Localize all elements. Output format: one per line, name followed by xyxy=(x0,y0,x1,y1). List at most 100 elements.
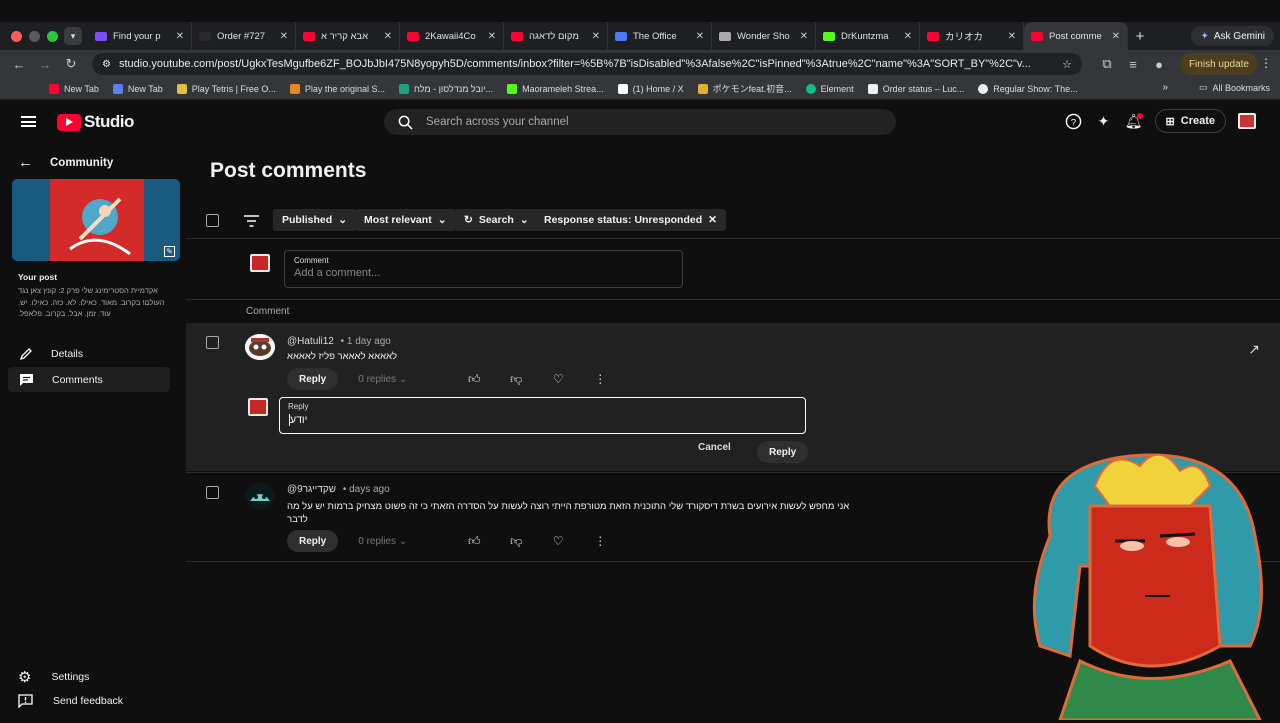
finish-update-button[interactable]: Finish update xyxy=(1179,53,1258,75)
close-tab-icon[interactable]: ✕ xyxy=(592,31,600,42)
sidebar-item-comments[interactable]: Comments xyxy=(8,367,170,392)
account-avatar[interactable] xyxy=(1238,113,1256,129)
bookmark-item[interactable]: יובל מנדלסון - מלח... xyxy=(392,83,500,94)
browser-tab[interactable]: Order #727 ✕ xyxy=(192,22,296,50)
filter-icon[interactable] xyxy=(244,215,259,227)
heart-icon[interactable]: ♡ xyxy=(550,533,566,549)
all-bookmarks-button[interactable]: ▭ All Bookmarks xyxy=(1199,82,1270,93)
maximize-window-button[interactable] xyxy=(47,30,58,42)
browser-tab[interactable]: מקום לדאגה ✕ xyxy=(504,22,608,50)
reply-button[interactable]: Reply xyxy=(287,368,339,390)
heart-icon[interactable]: ♡ xyxy=(550,371,566,387)
like-icon[interactable]: 👍︎ xyxy=(466,371,482,387)
channel-search-input[interactable]: Search across your channel xyxy=(384,109,896,135)
bookmark-item[interactable]: New Tab xyxy=(42,83,106,94)
browser-tab[interactable]: Find your p ✕ xyxy=(88,22,192,50)
sidebar-item-send-feedback[interactable]: Send feedback xyxy=(18,694,123,708)
browser-tab[interactable]: 2Kawaii4Co ✕ xyxy=(400,22,504,50)
hamburger-menu-icon[interactable] xyxy=(21,116,36,127)
ask-gemini-button[interactable]: ✦ Ask Gemini xyxy=(1191,26,1274,46)
close-tab-icon[interactable]: ✕ xyxy=(696,31,704,42)
reply-input-value[interactable]: יודע xyxy=(288,414,797,426)
edit-thumbnail-icon[interactable]: ✎ xyxy=(164,246,175,257)
open-in-new-icon[interactable]: ↗ xyxy=(1248,341,1260,358)
bookmark-item[interactable]: Regular Show: The... xyxy=(971,83,1084,94)
dislike-icon[interactable]: 👎︎ xyxy=(508,533,524,549)
minimize-window-button[interactable] xyxy=(29,30,40,42)
select-all-checkbox[interactable] xyxy=(206,214,219,227)
bookmark-item[interactable]: New Tab xyxy=(106,83,170,94)
close-tab-icon[interactable]: ✕ xyxy=(800,31,808,42)
submit-reply-button[interactable]: Reply xyxy=(757,441,809,463)
more-options-icon[interactable]: ⋮ xyxy=(592,533,608,549)
sparkle-icon[interactable]: ✦ xyxy=(1095,112,1113,130)
extensions-icon[interactable]: ⧉ xyxy=(1096,53,1118,75)
author-handle[interactable]: @Hatuli12 xyxy=(287,336,334,347)
close-tab-icon[interactable]: ✕ xyxy=(488,31,496,42)
bookmarks-overflow-icon[interactable]: » xyxy=(1162,82,1168,93)
media-control-icon[interactable]: ≡ xyxy=(1122,53,1144,75)
commenter-avatar[interactable] xyxy=(245,334,275,360)
response-status-filter-chip[interactable]: Response status: Unresponded ✕ xyxy=(535,209,726,231)
close-tab-icon[interactable]: ✕ xyxy=(1112,31,1120,42)
more-options-icon[interactable]: ⋮ xyxy=(592,371,608,387)
tab-search-dropdown[interactable]: ▾ xyxy=(64,27,82,45)
new-tab-button[interactable]: + xyxy=(1128,28,1152,45)
close-window-button[interactable] xyxy=(11,30,22,42)
bookmark-item[interactable]: Play Tetris | Free O... xyxy=(170,83,283,94)
reload-icon[interactable]: ↻ xyxy=(60,53,82,75)
bookmark-item[interactable]: Play the original S... xyxy=(283,83,392,94)
site-settings-icon[interactable]: ⚙ xyxy=(102,59,111,70)
menu-kebab-icon[interactable]: ⋮ xyxy=(1260,56,1272,70)
bookmark-item[interactable]: ポケモンfeat.初音... xyxy=(691,82,799,95)
address-bar[interactable]: ⚙ studio.youtube.com/post/UgkxTesMgufbe6… xyxy=(92,53,1082,75)
bookmark-item[interactable]: Order status – Luc... xyxy=(861,83,972,94)
close-tab-icon[interactable]: ✕ xyxy=(280,31,288,42)
sidebar-item-details[interactable]: Details xyxy=(8,341,170,366)
comment-compose-field[interactable]: Comment Add a comment... xyxy=(284,250,683,288)
bookmark-item[interactable]: Maorameleh Strea... xyxy=(500,83,611,94)
browser-tab[interactable]: The Office ✕ xyxy=(608,22,712,50)
forward-arrow-icon[interactable]: → xyxy=(34,53,56,75)
cancel-button[interactable]: Cancel xyxy=(698,442,731,453)
page-title: Post comments xyxy=(210,159,367,182)
notifications-bell-icon[interactable]: 🔔︎ xyxy=(1125,112,1143,130)
bookmark-item[interactable]: (1) Home / X xyxy=(611,83,691,94)
bookmark-star-icon[interactable]: ☆ xyxy=(1062,58,1072,71)
sidebar-item-settings[interactable]: ⚙ Settings xyxy=(18,668,89,686)
relevance-sort-dropdown[interactable]: Most relevant ⌄ xyxy=(355,209,456,231)
help-icon[interactable]: ? xyxy=(1065,112,1083,130)
published-filter-dropdown[interactable]: Published ⌄ xyxy=(273,209,356,231)
back-to-community[interactable]: ← Community xyxy=(18,154,113,171)
browser-tab[interactable]: Wonder Sho ✕ xyxy=(712,22,816,50)
like-icon[interactable]: 👍︎ xyxy=(466,533,482,549)
commenter-avatar[interactable] xyxy=(245,483,275,509)
reply-input[interactable]: Reply יודע xyxy=(279,397,806,434)
replies-toggle[interactable]: 0 replies ⌄ xyxy=(358,536,440,547)
studio-logo[interactable]: Studio xyxy=(57,112,134,132)
create-button[interactable]: ⊞ Create xyxy=(1154,109,1226,133)
author-handle[interactable]: @9שקדייגר xyxy=(287,484,336,495)
browser-tab[interactable]: カリオカ ✕ xyxy=(920,22,1024,50)
browser-tab[interactable]: DrKuntzma ✕ xyxy=(816,22,920,50)
search-filter-dropdown[interactable]: ↻ Search ⌄ xyxy=(455,209,538,231)
comment-author[interactable]: @9שקדייגר • days ago xyxy=(287,484,390,495)
close-tab-icon[interactable]: ✕ xyxy=(904,31,912,42)
post-thumbnail[interactable]: ✎ xyxy=(12,179,180,261)
back-arrow-icon[interactable]: ← xyxy=(8,53,30,75)
dislike-icon[interactable]: 👎︎ xyxy=(508,371,524,387)
close-tab-icon[interactable]: ✕ xyxy=(1008,31,1016,42)
reply-button[interactable]: Reply xyxy=(287,530,339,552)
replies-toggle[interactable]: 0 replies ⌄ xyxy=(358,374,440,385)
close-tab-icon[interactable]: ✕ xyxy=(384,31,392,42)
comment-checkbox[interactable] xyxy=(206,336,219,349)
browser-tab-active[interactable]: Post comme ✕ xyxy=(1024,22,1128,50)
comment-checkbox[interactable] xyxy=(206,486,219,499)
profile-avatar-icon[interactable]: ● xyxy=(1148,53,1170,75)
close-icon[interactable]: ✕ xyxy=(708,214,717,226)
back-arrow-icon[interactable]: ← xyxy=(18,154,33,171)
browser-tab[interactable]: אבא קריר א ✕ xyxy=(296,22,400,50)
bookmark-item[interactable]: Element xyxy=(799,83,861,94)
comment-author[interactable]: @Hatuli12 • 1 day ago xyxy=(287,336,391,347)
close-tab-icon[interactable]: ✕ xyxy=(176,31,184,42)
